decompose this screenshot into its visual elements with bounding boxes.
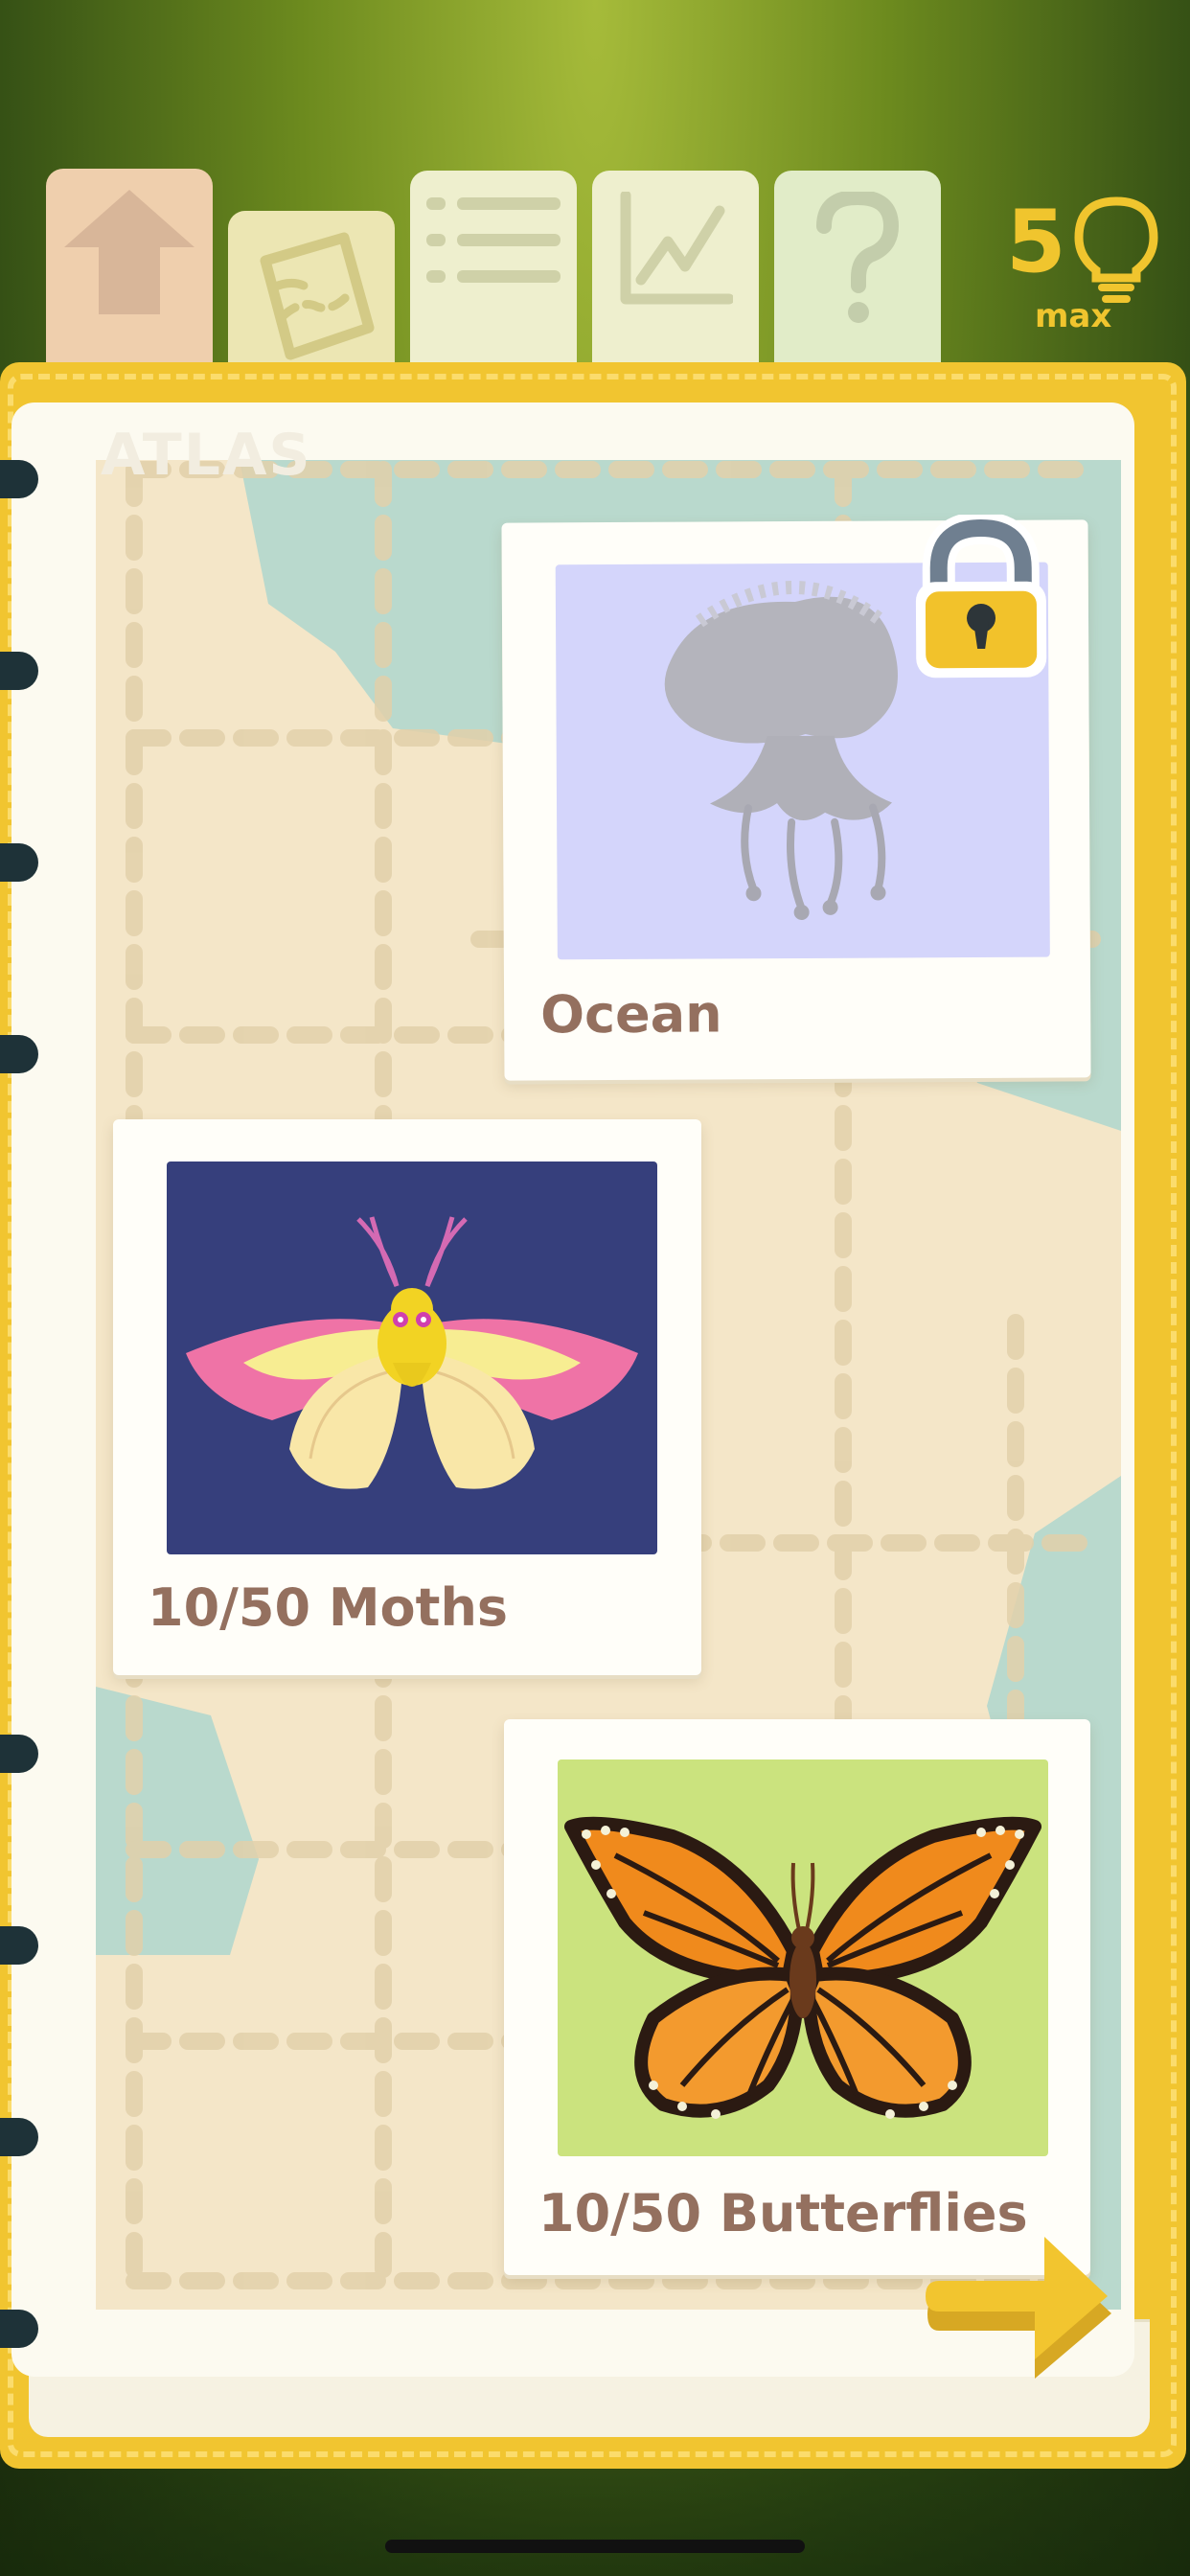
hint-count: 5: [1006, 192, 1066, 292]
ocean-card[interactable]: Ocean: [501, 514, 1091, 1081]
hint-max-label: max: [1035, 297, 1112, 335]
ocean-label: Ocean: [540, 983, 722, 1046]
home-indicator[interactable]: [385, 2540, 805, 2553]
moths-card[interactable]: 10/50 Moths: [113, 1119, 701, 1675]
hint-counter[interactable]: 5 max: [1006, 192, 1169, 345]
moths-image: [167, 1162, 657, 1554]
moths-label: 10/50 Moths: [148, 1577, 509, 1638]
home-icon: [64, 190, 195, 314]
chart-icon: [620, 192, 733, 305]
list-icon: [426, 197, 561, 283]
notebook-rings: [0, 450, 44, 2367]
page-title: ATLAS: [101, 422, 312, 489]
rosy-maple-moth: [186, 1216, 638, 1489]
lock-icon: [915, 514, 1047, 678]
map-pocket-icon: [260, 232, 375, 360]
question-icon: [816, 192, 900, 323]
arrow-right-icon[interactable]: [920, 2235, 1121, 2388]
butterflies-image: [558, 1760, 1048, 2156]
butterflies-card[interactable]: 10/50 Butterflies: [504, 1719, 1090, 2275]
monarch-butterfly: [564, 1816, 1041, 2119]
lightbulb-icon: [1074, 196, 1158, 303]
